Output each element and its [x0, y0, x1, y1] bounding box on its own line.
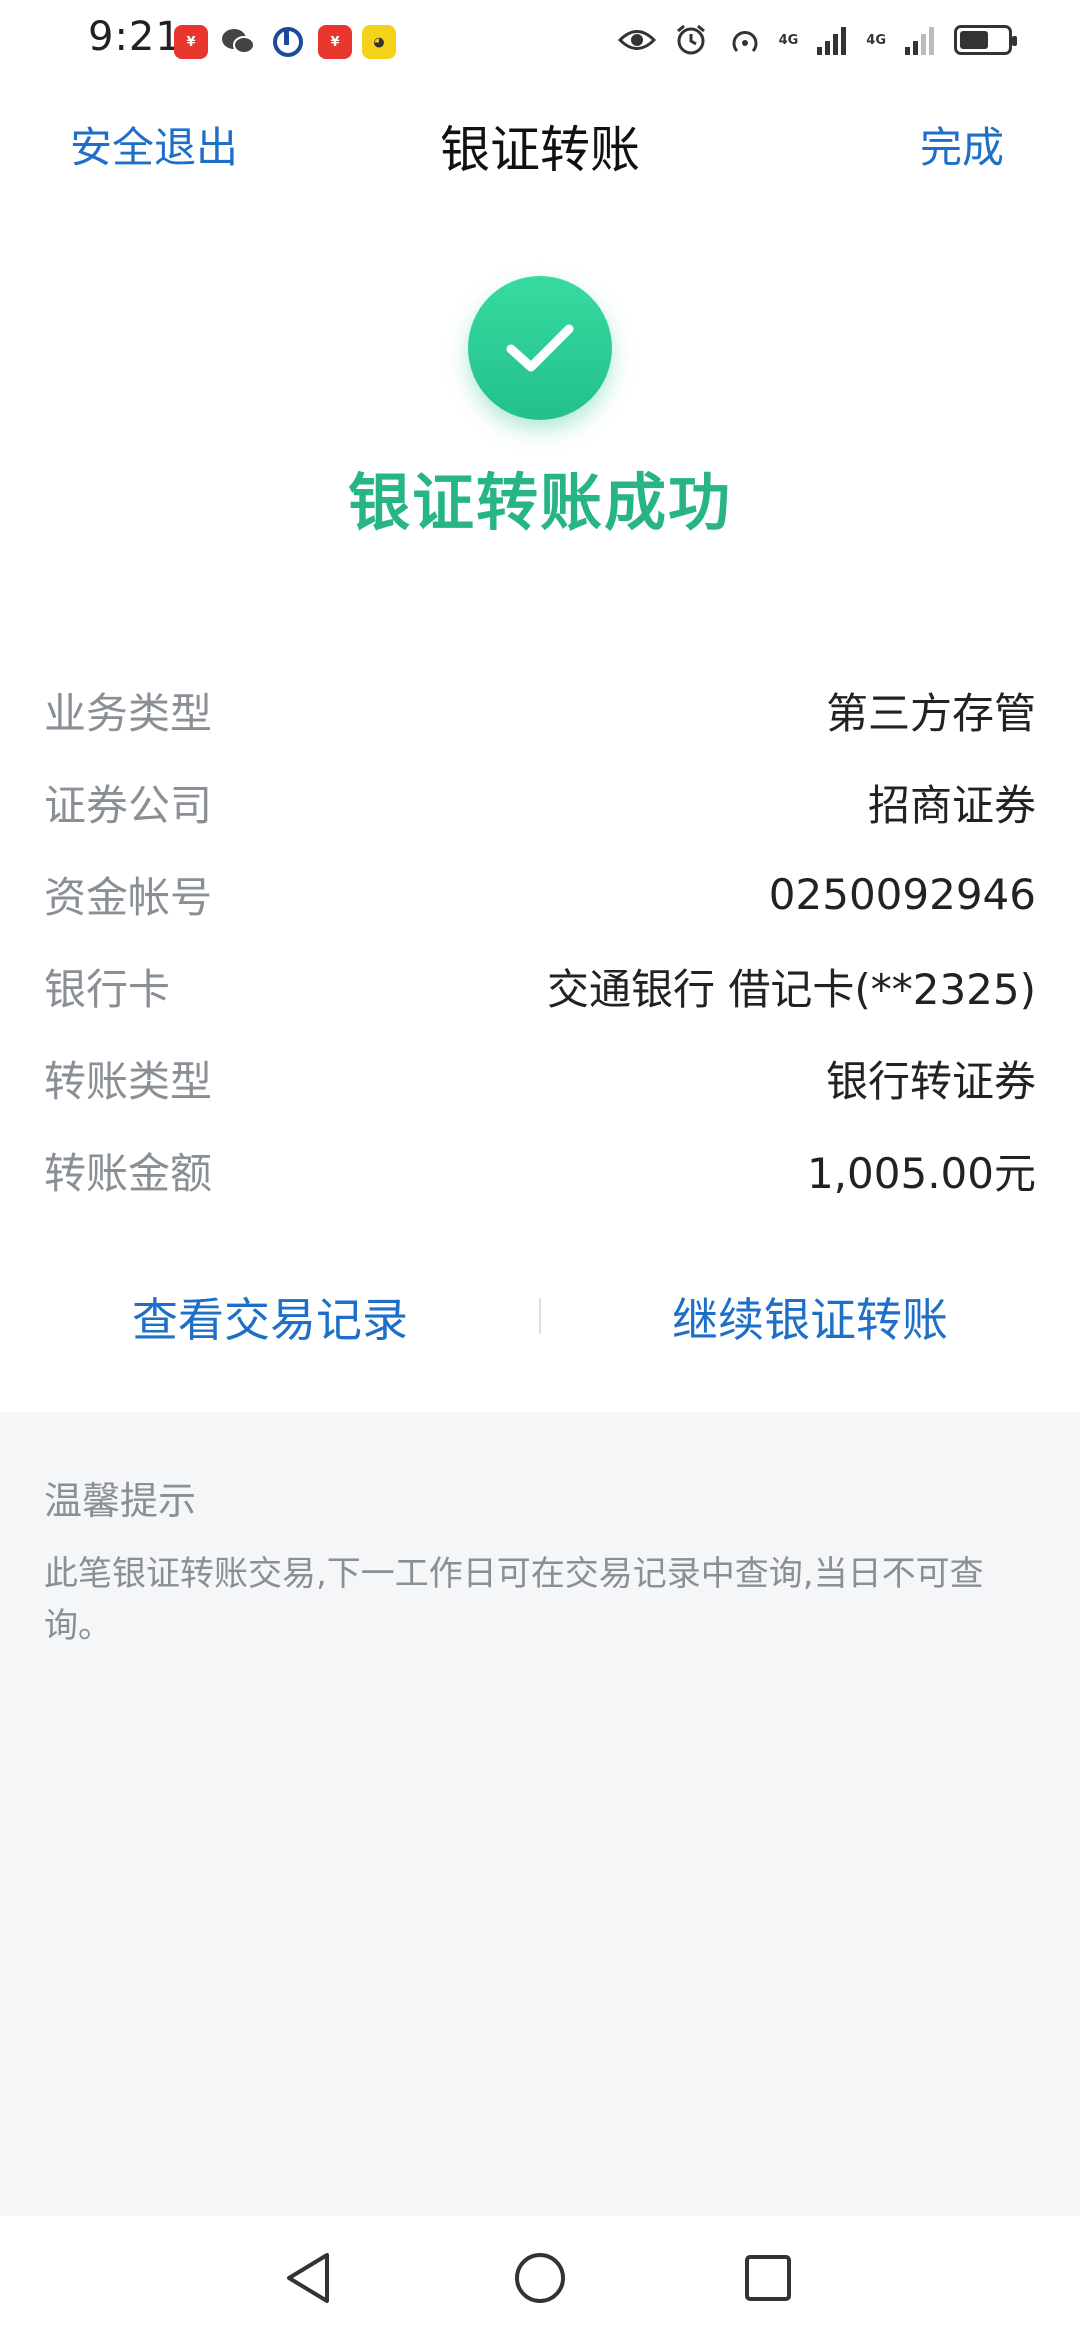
- detail-row: 转账类型 银行转证券: [44, 1032, 1036, 1124]
- wechat-icon: [218, 22, 258, 62]
- continue-transfer-button[interactable]: 继续银证转账: [540, 1284, 1080, 1350]
- tips-title: 温馨提示: [44, 1479, 197, 1523]
- success-check-icon: [468, 276, 612, 420]
- safe-exit-button[interactable]: 安全退出: [70, 114, 238, 175]
- tips-panel: 温馨提示 此笔银证转账交易,下一工作日可在交易记录中查询,当日不可查询。: [0, 1412, 1080, 2216]
- hotspot-icon: [725, 20, 765, 60]
- success-message: 银证转账成功: [347, 466, 732, 539]
- notification-icons: ¥ ¥ ◕: [174, 22, 396, 62]
- back-icon[interactable]: [276, 2246, 340, 2310]
- recents-icon[interactable]: [736, 2246, 800, 2310]
- detail-row: 证券公司 招商证券: [44, 756, 1036, 848]
- done-button[interactable]: 完成: [920, 114, 1004, 175]
- system-icons: 4G 4G: [617, 20, 1017, 60]
- detail-label: 业务类型: [44, 688, 213, 738]
- home-icon[interactable]: [508, 2246, 572, 2310]
- view-records-button[interactable]: 查看交易记录: [0, 1284, 540, 1350]
- payment-app-icon: ¥: [174, 25, 208, 59]
- detail-value: 银行转证券: [825, 1056, 1036, 1106]
- detail-value: 0250092946: [768, 869, 1036, 919]
- detail-label: 资金帐号: [44, 872, 213, 922]
- battery-icon: [954, 25, 1017, 55]
- action-bar: 查看交易记录 继续银证转账: [0, 1260, 1080, 1370]
- bank-app-icon: [268, 22, 308, 62]
- detail-label: 银行卡: [44, 964, 171, 1014]
- detail-label: 转账类型: [44, 1056, 213, 1106]
- detail-row: 业务类型 第三方存管: [44, 664, 1036, 756]
- tips-body: 此笔银证转账交易,下一工作日可在交易记录中查询,当日不可查询。: [44, 1554, 984, 1646]
- detail-value: 1,005.00元: [806, 1148, 1036, 1198]
- detail-row: 银行卡 交通银行 借记卡(**2325): [44, 940, 1036, 1032]
- header: 安全退出 银证转账 完成: [0, 84, 1080, 204]
- system-nav-bar: [0, 2216, 1080, 2340]
- detail-label: 证券公司: [44, 780, 213, 830]
- payment-app-icon-2: ¥: [318, 25, 352, 59]
- network-type-1: 4G: [778, 32, 799, 48]
- detail-value: 第三方存管: [825, 688, 1036, 738]
- signal-icon-2: [900, 20, 940, 60]
- screen: 9:21 ¥ ¥ ◕ 4G 4G 安全退出 银证转账 完成 银证转账成功 业务类…: [0, 0, 1080, 2340]
- detail-row: 资金帐号 0250092946: [44, 848, 1036, 940]
- network-type-2: 4G: [866, 32, 886, 48]
- detail-value: 交通银行 借记卡(**2325): [546, 964, 1036, 1014]
- battery-level: [960, 31, 988, 49]
- signal-icon: [812, 20, 852, 60]
- detail-value: 招商证券: [867, 780, 1036, 830]
- transfer-details: 业务类型 第三方存管 证券公司 招商证券 资金帐号 0250092946 银行卡…: [44, 664, 1036, 1216]
- detail-label: 转账金额: [44, 1148, 213, 1198]
- eye-icon: [617, 20, 657, 60]
- status-bar: 9:21 ¥ ¥ ◕ 4G 4G: [0, 0, 1080, 84]
- status-time: 9:21: [88, 14, 182, 60]
- detail-row: 转账金额 1,005.00元: [44, 1124, 1036, 1216]
- shopping-app-icon: ◕: [362, 25, 396, 59]
- alarm-icon: [671, 20, 711, 60]
